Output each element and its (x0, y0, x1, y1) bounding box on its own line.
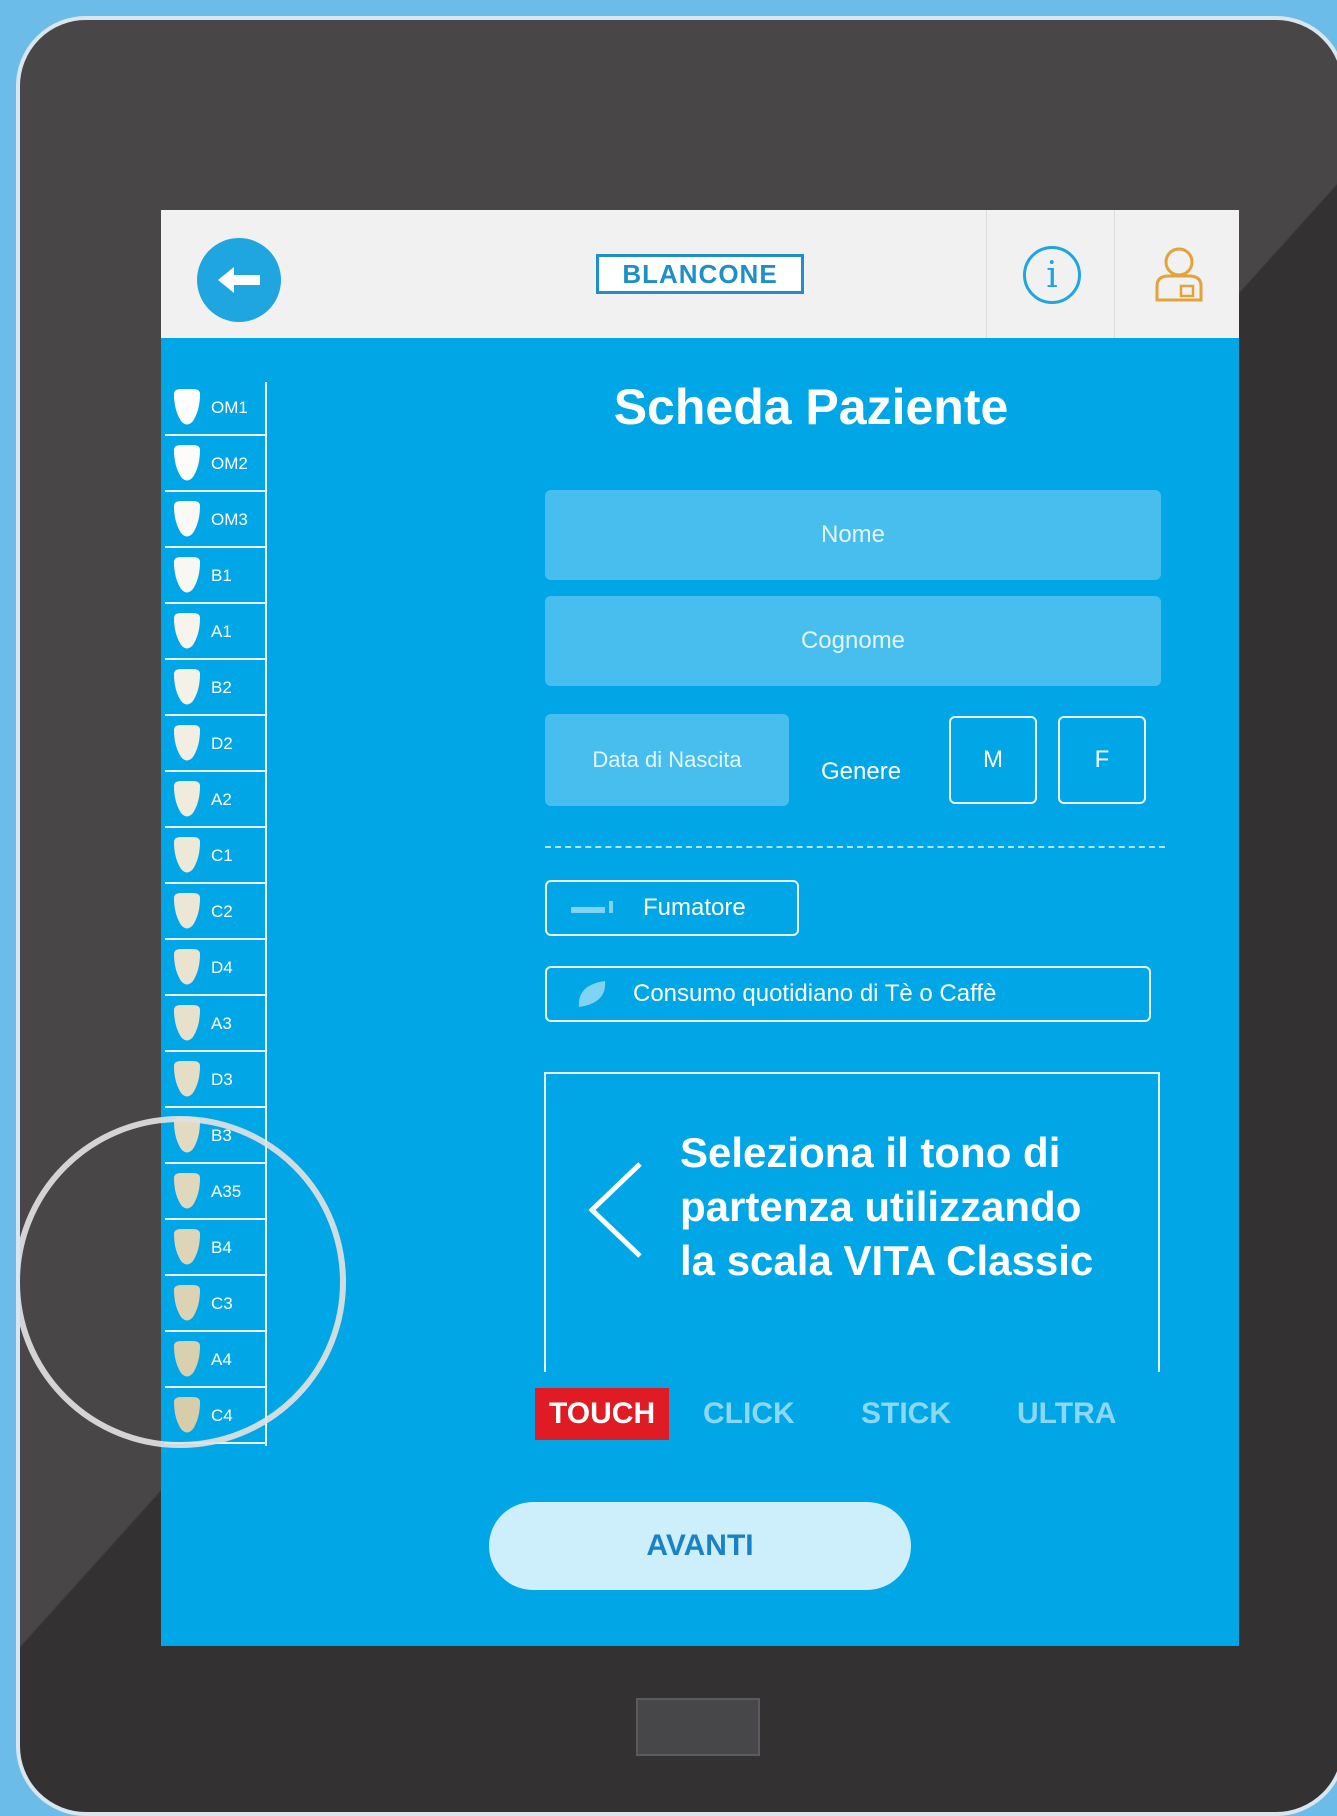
cognome-input[interactable] (545, 596, 1161, 686)
instruction-line: Seleziona il tono di (680, 1129, 1061, 1176)
shade-item[interactable]: C4 (165, 1390, 265, 1444)
app-screen: BLANCONE i OM1 OM2 OM3 B1 A1 B2 D2 A2 C1 C2 D4 A3 D3… (161, 210, 1239, 1646)
shade-label: D2 (211, 734, 233, 753)
shade-label: B1 (211, 566, 232, 585)
birthdate-input[interactable] (545, 714, 789, 806)
shade-label: A35 (211, 1182, 242, 1201)
tooth-icon (174, 1341, 200, 1377)
top-bar: BLANCONE i (161, 210, 1239, 338)
info-button[interactable]: i (1023, 246, 1081, 304)
cigarette-icon (571, 901, 613, 913)
shade-item[interactable]: B2 (165, 662, 265, 716)
shade-label: B4 (211, 1238, 232, 1257)
shade-label: A3 (211, 1014, 232, 1033)
next-button[interactable]: AVANTI (489, 1502, 911, 1590)
shade-item[interactable]: A1 (165, 606, 265, 660)
gender-m-button[interactable]: M (949, 716, 1037, 804)
tooth-icon (174, 1397, 200, 1433)
page-title: Scheda Paziente (613, 379, 1009, 435)
tooth-icon (174, 1117, 200, 1153)
shade-label: B2 (211, 678, 232, 697)
tab-touch[interactable]: TOUCH (535, 1388, 670, 1440)
shade-item[interactable]: C2 (165, 886, 265, 940)
shade-item[interactable]: B1 (165, 550, 265, 604)
shade-item[interactable]: A35 (165, 1166, 265, 1220)
home-button[interactable] (636, 1698, 760, 1756)
tablet-frame: BLANCONE i OM1 OM2 OM3 B1 A1 B2 D2 A2 C1 C2 D4 A3 D3… (16, 16, 1337, 1816)
tooth-icon (174, 893, 200, 929)
product-tabs: TOUCH CLICK STICK ULTRA (535, 1388, 1165, 1442)
shade-label: D3 (211, 1070, 233, 1089)
shade-label: B3 (211, 1126, 232, 1145)
shade-item[interactable]: A4 (165, 1334, 265, 1388)
shade-label: OM2 (211, 454, 248, 473)
tooth-icon (174, 613, 200, 649)
arrow-left-icon (218, 267, 260, 293)
gender-f-button[interactable]: F (1058, 716, 1146, 804)
shade-label: OM3 (211, 510, 248, 529)
shade-item[interactable]: B4 (165, 1222, 265, 1276)
info-icon: i (1046, 254, 1058, 296)
tooth-icon (174, 1173, 200, 1209)
smoker-label: Fumatore (643, 894, 746, 921)
shade-item[interactable]: D2 (165, 718, 265, 772)
shade-item[interactable]: C1 (165, 830, 265, 884)
shade-guide-list: OM1 OM2 OM3 B1 A1 B2 D2 A2 C1 C2 D4 A3 D3 B3 A35 B4 C3 A4… (165, 382, 267, 1446)
chevron-left-icon[interactable] (586, 1160, 646, 1260)
shade-item[interactable]: D3 (165, 1054, 265, 1108)
top-bar-divider (986, 210, 987, 338)
tooth-icon (174, 1005, 200, 1041)
tooth-icon (174, 557, 200, 593)
tooth-icon (174, 725, 200, 761)
tea-coffee-toggle[interactable]: Consumo quotidiano di Tè o Caffè (545, 966, 1151, 1022)
user-button[interactable] (1151, 242, 1207, 306)
instruction-line: partenza utilizzando (680, 1183, 1082, 1230)
instruction-line: la scala VITA Classic (680, 1237, 1094, 1284)
smoker-toggle[interactable]: Fumatore (545, 880, 799, 936)
gender-label: Genere (821, 758, 902, 785)
shade-label: A4 (211, 1350, 232, 1369)
tooth-icon (174, 949, 200, 985)
shade-label: A2 (211, 790, 232, 809)
shade-item[interactable]: C3 (165, 1278, 265, 1332)
tooth-icon (174, 501, 200, 537)
back-button[interactable] (197, 238, 281, 322)
shade-label: A1 (211, 622, 232, 641)
shade-item[interactable]: OM1 (165, 382, 265, 436)
tooth-icon (174, 1061, 200, 1097)
tab-ultra[interactable]: ULTRA (1003, 1388, 1130, 1440)
shade-label: OM1 (211, 398, 248, 417)
shade-item[interactable]: B3 (165, 1110, 265, 1164)
shade-label: D4 (211, 958, 233, 977)
tooth-icon (174, 389, 200, 425)
tooth-icon (174, 781, 200, 817)
tooth-icon (174, 837, 200, 873)
section-divider (545, 846, 1165, 848)
shade-item[interactable]: OM3 (165, 494, 265, 548)
shade-item[interactable]: A2 (165, 774, 265, 828)
nome-input[interactable] (545, 490, 1161, 580)
tooth-icon (174, 1285, 200, 1321)
tooth-icon (174, 1229, 200, 1265)
shade-item[interactable]: D4 (165, 942, 265, 996)
shade-label: C2 (211, 902, 233, 921)
shade-selection-panel: Seleziona il tono di partenza utilizzand… (544, 1072, 1160, 1372)
tea-coffee-label: Consumo quotidiano di Tè o Caffè (633, 980, 997, 1007)
leaf-icon (578, 981, 606, 1007)
shade-label: C4 (211, 1406, 233, 1425)
shade-label: C1 (211, 846, 233, 865)
shade-item[interactable]: OM2 (165, 438, 265, 492)
shade-instructions: Seleziona il tono di partenza utilizzand… (680, 1126, 1120, 1288)
tab-click[interactable]: CLICK (689, 1388, 809, 1440)
user-lock-icon (1155, 247, 1203, 302)
top-bar-divider (1114, 210, 1115, 338)
tab-stick[interactable]: STICK (847, 1388, 965, 1440)
tooth-icon (174, 445, 200, 481)
shade-item[interactable]: A3 (165, 998, 265, 1052)
tooth-icon (174, 669, 200, 705)
brand-logo: BLANCONE (596, 254, 804, 294)
shade-label: C3 (211, 1294, 233, 1313)
